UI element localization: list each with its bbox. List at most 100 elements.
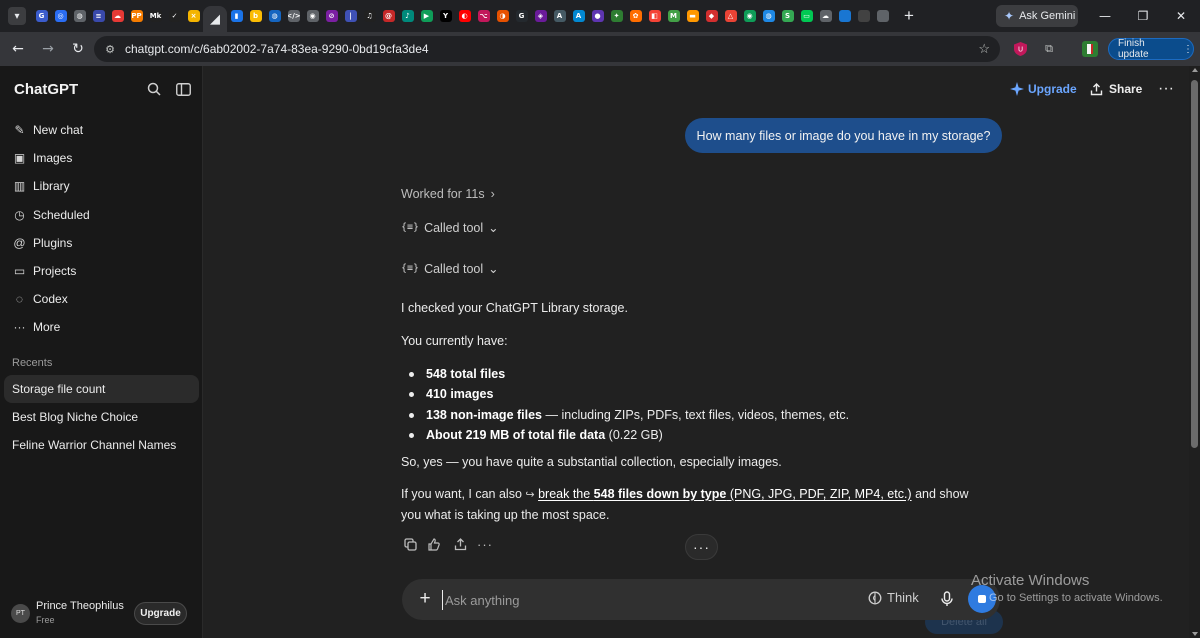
close-window-button[interactable]: ✕ — [1162, 0, 1200, 32]
sidebar-item-library[interactable]: ▥ Library — [0, 172, 203, 200]
browser-tab[interactable]: △ — [721, 0, 740, 32]
sidebar-item-more[interactable]: ··· More — [0, 313, 203, 341]
scrollbar-thumb[interactable] — [1191, 80, 1198, 448]
browser-tab[interactable]: ✓ — [165, 0, 184, 32]
extensions-puzzle-icon[interactable]: ⧉ — [1041, 41, 1057, 57]
browser-tab[interactable]: ◧ — [645, 0, 664, 32]
tab-search-button[interactable]: ▾ — [8, 7, 26, 25]
browser-tab[interactable]: ≡ — [89, 0, 108, 32]
profile-section[interactable]: PT Prince Theophilus Free Upgrade — [0, 596, 203, 632]
browser-tab[interactable]: ✦ — [607, 0, 626, 32]
copy-icon[interactable] — [402, 535, 418, 553]
sidebar-toggle-icon[interactable] — [174, 80, 192, 98]
recent-chat-item[interactable]: Best Blog Niche Choice — [4, 403, 199, 431]
browser-tab[interactable]: ◎ — [51, 0, 70, 32]
upgrade-button[interactable]: Upgrade — [1010, 78, 1077, 100]
kebab-menu-icon[interactable]: ⋮ — [1183, 44, 1193, 55]
sidebar-item-projects[interactable]: ▭ Projects — [0, 257, 203, 285]
attach-plus-button[interactable]: + — [414, 588, 436, 610]
browser-tab[interactable] — [835, 0, 854, 32]
profile-avatar-icon[interactable] — [1082, 41, 1098, 57]
browser-tab[interactable]: S — [778, 0, 797, 32]
browser-tab[interactable]: ◉ — [740, 0, 759, 32]
browser-tab[interactable]: ♪ — [398, 0, 417, 32]
browser-tab[interactable]: ☁ — [816, 0, 835, 32]
browser-tab[interactable]: ▬ — [683, 0, 702, 32]
browser-tab[interactable]: A — [569, 0, 588, 32]
feedback-thumbs-icon[interactable] — [427, 535, 443, 553]
browser-tab[interactable]: G — [512, 0, 531, 32]
sidebar-item-codex[interactable]: ◌ Codex — [0, 285, 203, 313]
browser-tab[interactable]: ◍ — [759, 0, 778, 32]
voice-mode-button[interactable] — [968, 585, 996, 613]
reload-button[interactable]: ↻ — [64, 35, 92, 63]
browser-tab[interactable]: ◍ — [265, 0, 284, 32]
sidebar-upgrade-button[interactable]: Upgrade — [134, 602, 187, 625]
browser-tab[interactable] — [854, 0, 873, 32]
browser-tab[interactable]: ◆ — [702, 0, 721, 32]
browser-tab[interactable]: @ — [379, 0, 398, 32]
browser-tab[interactable]: ⌥ — [474, 0, 493, 32]
ublock-extension-icon[interactable]: U — [1012, 41, 1028, 57]
scroll-up-arrow-icon[interactable] — [1192, 68, 1198, 72]
page-scrollbar[interactable] — [1189, 66, 1200, 638]
finish-update-label: Finish update — [1118, 38, 1149, 60]
browser-tab[interactable]: Y — [436, 0, 455, 32]
browser-tab[interactable]: ☁ — [108, 0, 127, 32]
browser-tab[interactable]: Mk — [146, 0, 165, 32]
share-icon[interactable] — [452, 535, 468, 553]
ask-anything-input[interactable] — [442, 590, 822, 610]
recent-chat-item[interactable]: Feline Warrior Channel Names — [4, 431, 199, 459]
browser-tab[interactable]: ◉ — [303, 0, 322, 32]
browser-tab[interactable]: ◐ — [455, 0, 474, 32]
more-options-pill[interactable]: ··· — [685, 534, 718, 560]
sidebar-item-images[interactable]: ▣ Images — [0, 144, 203, 172]
more-options-button[interactable]: ··· — [1158, 78, 1174, 100]
browser-tab[interactable] — [873, 0, 892, 32]
restore-button[interactable]: ❐ — [1124, 0, 1162, 32]
browser-tab[interactable]: ▮ — [227, 0, 246, 32]
address-bar[interactable]: ⚙ chatgpt.com/c/6ab02002-7a74-83ea-9290-… — [94, 36, 1000, 62]
browser-tab[interactable]: M — [664, 0, 683, 32]
active-tab-close-button[interactable]: ◢ — [203, 6, 227, 32]
browser-tab[interactable]: A — [550, 0, 569, 32]
search-icon[interactable] — [145, 80, 163, 98]
called-tool-toggle[interactable]: {≡} Called tool ⌄ — [401, 218, 991, 238]
site-settings-icon[interactable]: ⚙ — [103, 42, 117, 56]
browser-tab[interactable]: ⊘ — [322, 0, 341, 32]
bookmark-star-icon[interactable]: ☆ — [978, 41, 990, 57]
sidebar-item-scheduled[interactable]: ◷ Scheduled — [0, 201, 203, 229]
browser-tab[interactable]: × — [184, 0, 203, 32]
list-item: 410 images — [409, 384, 999, 404]
scroll-down-arrow-icon[interactable] — [1192, 632, 1198, 636]
new-tab-button[interactable]: + — [898, 5, 920, 27]
back-button[interactable]: ← — [4, 35, 32, 63]
sidebar-item-new-chat[interactable]: ✎ New chat — [0, 116, 203, 144]
sidebar-item-plugins[interactable]: @ Plugins — [0, 229, 203, 257]
browser-tab[interactable]: </> — [284, 0, 303, 32]
browser-tab[interactable]: G — [32, 0, 51, 32]
called-tool-toggle[interactable]: {≡} Called tool ⌄ — [401, 259, 991, 279]
browser-tab[interactable]: ✿ — [626, 0, 645, 32]
browser-tab[interactable]: ◍ — [70, 0, 89, 32]
more-actions-icon[interactable]: ··· — [477, 535, 493, 553]
browser-tab[interactable]: PP — [127, 0, 146, 32]
microphone-icon[interactable] — [939, 590, 955, 608]
forward-button[interactable]: → — [34, 35, 62, 63]
browser-tab[interactable]: ▶ — [417, 0, 436, 32]
browser-tab[interactable]: ♫ — [360, 0, 379, 32]
browser-tab[interactable]: ◑ — [493, 0, 512, 32]
ask-gemini-button[interactable]: ✦ Ask Gemini — [996, 5, 1078, 27]
minimize-button[interactable]: — — [1086, 0, 1124, 32]
browser-tab[interactable]: ● — [588, 0, 607, 32]
browser-tab[interactable]: | — [341, 0, 360, 32]
browser-tab[interactable]: ◈ — [531, 0, 550, 32]
worked-for-toggle[interactable]: Worked for 11s › — [401, 184, 991, 204]
finish-update-button[interactable]: Finish update ⋮ — [1108, 38, 1194, 60]
browser-tab[interactable]: ▭ — [797, 0, 816, 32]
share-button[interactable]: Share — [1090, 78, 1142, 100]
browser-tab[interactable]: b — [246, 0, 265, 32]
follow-up-suggestion-link[interactable]: break the 548 files down by type (PNG, J… — [538, 487, 912, 501]
think-button[interactable]: Think — [868, 590, 919, 605]
recent-chat-item[interactable]: Storage file count — [4, 375, 199, 403]
